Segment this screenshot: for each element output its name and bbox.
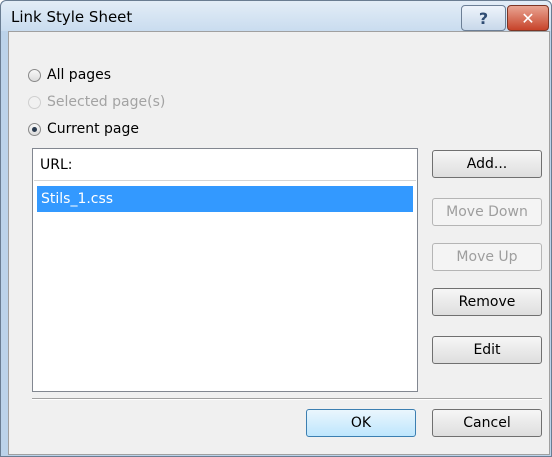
ok-button[interactable]: OK — [306, 409, 416, 437]
move-up-button: Move Up — [432, 243, 542, 271]
close-icon: ✕ — [521, 8, 535, 28]
help-icon: ? — [478, 8, 489, 28]
url-column-header[interactable]: URL: — [34, 150, 416, 181]
cancel-button[interactable]: Cancel — [432, 409, 542, 437]
move-down-button: Move Down — [432, 198, 542, 226]
title-bar: Link Style Sheet ? ✕ — [1, 1, 551, 31]
add-button[interactable]: Add... — [432, 150, 542, 178]
radio-selected-pages: Selected page(s) — [28, 94, 165, 110]
url-list[interactable]: URL: Stils_1.css — [32, 148, 418, 392]
close-button[interactable]: ✕ — [507, 5, 549, 31]
radio-label-selected-pages: Selected page(s) — [47, 94, 166, 110]
radio-label-current-page: Current page — [47, 121, 139, 137]
footer-separator — [32, 398, 542, 400]
edit-button[interactable]: Edit — [432, 336, 542, 364]
dialog-title: Link Style Sheet — [11, 8, 133, 26]
radio-button-icon — [28, 95, 41, 109]
radio-button-icon[interactable] — [28, 68, 41, 82]
list-item[interactable]: Stils_1.css — [37, 186, 413, 212]
help-button[interactable]: ? — [461, 5, 506, 31]
radio-button-checked-icon[interactable] — [28, 122, 41, 136]
radio-label-all-pages: All pages — [47, 67, 112, 83]
radio-all-pages[interactable]: All pages — [28, 67, 111, 83]
radio-current-page[interactable]: Current page — [28, 121, 139, 137]
remove-button[interactable]: Remove — [432, 288, 542, 316]
